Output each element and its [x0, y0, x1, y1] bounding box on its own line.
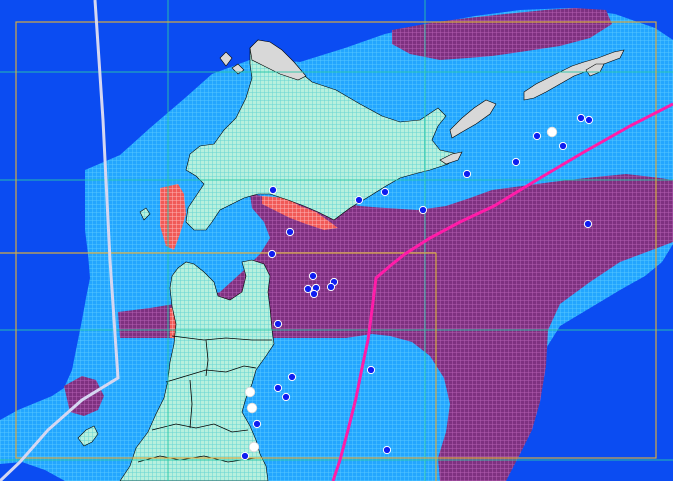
station-marker	[418, 205, 428, 215]
station-marker	[252, 419, 262, 429]
map-canvas	[0, 0, 673, 481]
station-marker	[583, 219, 593, 229]
white-marker	[246, 402, 258, 414]
station-marker	[382, 445, 392, 455]
station-marker	[281, 392, 291, 402]
station-marker	[558, 141, 568, 151]
map-container	[0, 0, 673, 481]
station-marker	[268, 185, 278, 195]
station-marker	[287, 372, 297, 382]
station-marker	[354, 195, 364, 205]
station-marker	[273, 319, 283, 329]
station-marker	[576, 113, 586, 123]
white-marker	[546, 126, 558, 138]
station-marker	[380, 187, 390, 197]
station-marker	[584, 115, 594, 125]
station-marker	[273, 383, 283, 393]
station-marker	[285, 227, 295, 237]
white-marker	[244, 386, 256, 398]
station-marker	[511, 157, 521, 167]
station-marker	[366, 365, 376, 375]
station-marker	[240, 451, 250, 461]
station-marker	[326, 282, 336, 292]
station-marker	[308, 271, 318, 281]
station-marker	[309, 289, 319, 299]
station-marker	[532, 131, 542, 141]
white-marker	[248, 441, 260, 453]
station-marker	[462, 169, 472, 179]
station-marker	[267, 249, 277, 259]
station-marker	[303, 284, 313, 294]
